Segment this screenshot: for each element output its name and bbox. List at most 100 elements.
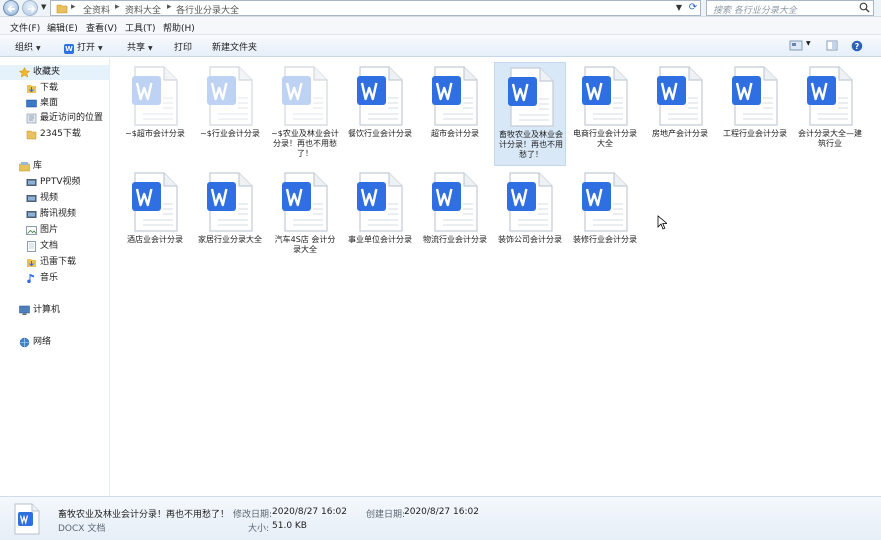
sidebar-item-desktop[interactable]: 桌面 (0, 96, 110, 111)
sidebar-library-header[interactable]: 库 (0, 159, 110, 174)
file-name: 超市会计分录 (431, 129, 479, 138)
file-item[interactable]: 会计分录大全—建筑行业 (794, 62, 866, 166)
mouse-cursor-icon (657, 215, 667, 230)
file-item[interactable]: 装修行业会计分录 (569, 168, 641, 272)
chevron-down-icon: ▼ (148, 45, 153, 52)
address-dropdown-icon[interactable]: ▼ (673, 1, 685, 14)
breadcrumb-separator-icon[interactable]: ▸ (71, 2, 76, 12)
details-modified-value: 2020/8/27 16:02 (272, 507, 347, 517)
breadcrumb-item[interactable]: 资料大全 (125, 3, 161, 16)
file-name: ~$超市会计分录 (125, 129, 185, 138)
file-name: 事业单位会计分录 (348, 235, 412, 244)
sidebar-favorites-label: 收藏夹 (33, 67, 61, 77)
sidebar-item-downloads[interactable]: 下载 (0, 81, 110, 96)
new-folder-button[interactable]: 新建文件夹 (212, 40, 257, 53)
file-item[interactable]: 电商行业会计分录大全 (569, 62, 641, 166)
pictures-icon (26, 225, 37, 236)
sidebar-item-documents[interactable]: 文档 (0, 239, 110, 254)
sidebar-network[interactable]: 网络 (0, 335, 110, 350)
menu-view[interactable]: 查看(V) (86, 21, 117, 34)
file-item[interactable]: ~$行业会计分录 (194, 62, 266, 166)
search-input[interactable]: 搜索 各行业分录大全 (706, 0, 874, 16)
wps-docx-icon (357, 66, 403, 126)
sidebar-computer-label: 计算机 (33, 305, 61, 315)
forward-button[interactable] (22, 0, 38, 16)
wps-docx-icon (207, 172, 253, 232)
sidebar-item-tencent-video[interactable]: 腾讯视频 (0, 207, 110, 222)
share-button[interactable]: 共享 ▼ (127, 40, 153, 53)
documents-icon (26, 241, 37, 252)
file-item[interactable]: 超市会计分录 (419, 62, 491, 166)
sidebar-item-recent-places[interactable]: 最近访问的位置 (0, 111, 110, 126)
sidebar-computer[interactable]: 计算机 (0, 303, 110, 318)
menu-file[interactable]: 文件(F) (10, 21, 40, 34)
menu-help[interactable]: 帮助(H) (163, 21, 195, 34)
file-item[interactable]: ~$超市会计分录 (119, 62, 191, 166)
download-folder-icon (26, 257, 37, 268)
wps-docx-icon (282, 172, 328, 232)
sidebar-item-videos[interactable]: 视频 (0, 191, 110, 206)
search-icon[interactable] (859, 2, 870, 13)
sidebar-item-thunder-downloads[interactable]: 迅雷下载 (0, 255, 110, 270)
history-dropdown-icon[interactable]: ▼ (41, 3, 46, 11)
details-file-type: DOCX 文档 (58, 524, 106, 534)
back-arrow-icon (7, 5, 15, 13)
file-item[interactable]: 家居行业分录大全 (194, 168, 266, 272)
breadcrumb-item[interactable]: 各行业分录大全 (176, 3, 239, 16)
wps-docx-icon (657, 66, 703, 126)
help-icon[interactable]: ? (851, 40, 863, 52)
view-options-icon[interactable] (789, 40, 803, 51)
details-created-label: 创建日期: (366, 510, 406, 520)
menu-edit[interactable]: 编辑(E) (47, 21, 78, 34)
menu-tools[interactable]: 工具(T) (125, 21, 156, 34)
file-name: ~$行业会计分录 (200, 129, 260, 138)
wps-docx-icon (357, 172, 403, 232)
back-button[interactable] (3, 0, 19, 16)
file-list-area[interactable]: ~$超市会计分录 ~$行业会计分录 ~$农业及林业会计分录！再也不用愁了！ 餐饮行业会… (111, 58, 881, 496)
sidebar-item-label: 下载 (40, 83, 59, 93)
video-library-icon (26, 193, 37, 204)
view-dropdown-icon[interactable]: ▼ (806, 40, 811, 47)
refresh-icon[interactable]: ⟳ (686, 1, 700, 15)
address-box[interactable]: ▸ 全资料 ▸ 资料大全 ▸ 各行业分录大全 (50, 0, 701, 16)
sidebar-library-label: 库 (33, 161, 43, 171)
open-button[interactable]: W 打开 ▼ (64, 40, 103, 54)
sidebar-item-pictures[interactable]: 图片 (0, 223, 110, 238)
sidebar-item-pptv[interactable]: PPTV视频 (0, 175, 110, 190)
preview-pane-icon[interactable] (826, 40, 838, 51)
details-size-value: 51.0 KB (272, 521, 307, 531)
file-item[interactable]: ~$农业及林业会计分录！再也不用愁了！ (269, 62, 341, 166)
file-item[interactable]: 房地产会计分录 (644, 62, 716, 166)
wps-docx-icon (732, 66, 778, 126)
file-item[interactable]: 餐饮行业会计分录 (344, 62, 416, 166)
wps-docx-icon (508, 67, 554, 127)
organize-button[interactable]: 组织 ▼ (15, 40, 41, 53)
wps-docx-icon (507, 172, 553, 232)
sidebar-item-music[interactable]: 音乐 (0, 271, 110, 286)
file-item[interactable]: 酒店业会计分录 (119, 168, 191, 272)
file-name: 装饰公司会计分录 (498, 235, 562, 244)
file-item[interactable]: 事业单位会计分录 (344, 168, 416, 272)
wps-docx-icon (432, 172, 478, 232)
details-created-value: 2020/8/27 16:02 (404, 507, 479, 517)
file-name: 畜牧农业及林业会计分录！再也不用愁了！ (499, 130, 563, 159)
folder-icon (56, 4, 68, 14)
file-name: 家居行业分录大全 (198, 235, 262, 244)
sidebar-item-label: 最近访问的位置 (40, 113, 104, 123)
file-item[interactable]: 汽车4S店 会计分录大全 (269, 168, 341, 272)
sidebar-favorites-header[interactable]: 收藏夹 (0, 65, 110, 80)
details-pane: 畜牧农业及林业会计分录！再也不用愁了！ 修改日期: 2020/8/27 16:0… (0, 496, 881, 540)
download-folder-icon (26, 83, 37, 94)
breadcrumb-separator-icon[interactable]: ▸ (167, 2, 172, 12)
file-name: 餐饮行业会计分录 (348, 129, 412, 138)
print-button[interactable]: 打印 (174, 40, 192, 53)
breadcrumb-separator-icon[interactable]: ▸ (115, 2, 120, 12)
breadcrumb-item[interactable]: 全资料 (83, 3, 110, 16)
sidebar-item-2345-downloads[interactable]: 2345下载 (0, 127, 110, 142)
file-item[interactable]: 物流行业会计分录 (419, 168, 491, 272)
file-item[interactable]: 畜牧农业及林业会计分录！再也不用愁了！ (494, 62, 566, 166)
sidebar-network-label: 网络 (33, 337, 52, 347)
file-name: 物流行业会计分录 (423, 235, 487, 244)
file-item[interactable]: 工程行业会计分录 (719, 62, 791, 166)
file-item[interactable]: 装饰公司会计分录 (494, 168, 566, 272)
